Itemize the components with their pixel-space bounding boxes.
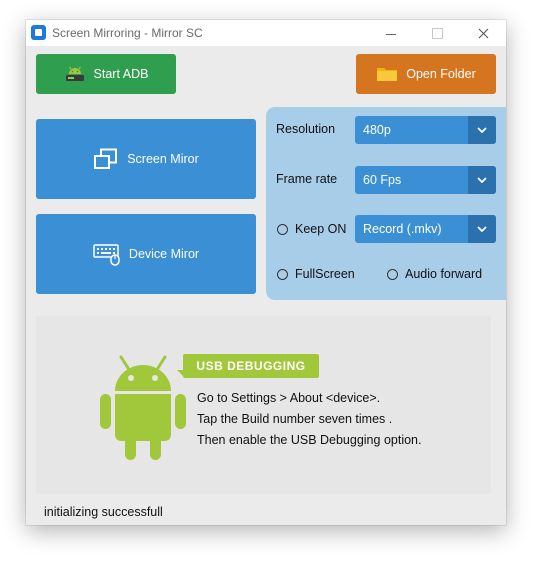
start-adb-label: Start ADB bbox=[93, 67, 149, 81]
app-icon bbox=[31, 25, 46, 40]
resolution-dropdown-arrow[interactable] bbox=[468, 116, 496, 144]
maximize-button[interactable] bbox=[414, 20, 460, 46]
frame-rate-value: 60 Fps bbox=[363, 173, 402, 187]
screen-mirror-label: Screen Miror bbox=[127, 152, 199, 166]
device-mirror-label: Device Miror bbox=[128, 247, 200, 261]
fullscreen-label: FullScreen bbox=[295, 267, 355, 281]
device-mirror-button[interactable]: Device Miror bbox=[36, 214, 256, 294]
resolution-select[interactable]: 480p bbox=[355, 116, 496, 144]
android-robot-icon bbox=[100, 355, 186, 460]
fullscreen-radio[interactable]: FullScreen bbox=[277, 267, 355, 281]
screen-mirror-button[interactable]: Screen Miror bbox=[36, 119, 256, 199]
chevron-down-icon bbox=[477, 127, 487, 133]
audio-forward-radio[interactable]: Audio forward bbox=[387, 267, 482, 281]
record-select[interactable]: Record (.mkv) bbox=[355, 215, 496, 243]
close-button[interactable] bbox=[460, 20, 506, 46]
radio-circle bbox=[277, 223, 288, 235]
keyboard-mouse-icon bbox=[93, 244, 120, 266]
settings-panel: Resolution 480p Frame rate 60 Fps Keep O… bbox=[266, 107, 506, 300]
record-dropdown-arrow[interactable] bbox=[468, 215, 496, 243]
radio-circle bbox=[387, 268, 398, 280]
frame-rate-label: Frame rate bbox=[276, 172, 338, 186]
android-drive-icon bbox=[65, 66, 84, 81]
keep-on-radio[interactable]: Keep ON bbox=[277, 222, 346, 236]
screen-mirror-icon bbox=[94, 148, 118, 169]
resolution-label: Resolution bbox=[276, 122, 336, 136]
maximize-icon bbox=[431, 27, 443, 39]
usb-debugging-badge: USB DEBUGGING bbox=[183, 354, 319, 378]
chevron-down-icon bbox=[477, 177, 487, 183]
open-folder-label: Open Folder bbox=[406, 67, 476, 81]
status-text: initializing successfull bbox=[44, 505, 163, 519]
start-adb-button[interactable]: Start ADB bbox=[36, 54, 176, 94]
audio-forward-label: Audio forward bbox=[405, 267, 483, 281]
record-value: Record (.mkv) bbox=[363, 222, 442, 236]
minimize-icon bbox=[386, 33, 396, 35]
window-title: Screen Mirroring - Mirror SC bbox=[52, 26, 203, 40]
resolution-value: 480p bbox=[363, 123, 391, 137]
instruction-step-3: Then enable the USB Debugging option. bbox=[197, 433, 422, 447]
chevron-down-icon bbox=[477, 226, 487, 232]
instruction-step-2: Tap the Build number seven times . bbox=[197, 412, 393, 426]
app-window: Screen Mirroring - Mirror SC Start ADB O… bbox=[26, 20, 506, 525]
folder-icon bbox=[377, 68, 398, 81]
frame-rate-select[interactable]: 60 Fps bbox=[355, 166, 496, 194]
radio-circle bbox=[277, 268, 288, 280]
minimize-button[interactable] bbox=[368, 20, 414, 46]
instruction-step-1: Go to Settings > About <device>. bbox=[197, 391, 381, 405]
close-icon bbox=[478, 28, 488, 38]
title-bar: Screen Mirroring - Mirror SC bbox=[26, 20, 506, 46]
open-folder-button[interactable]: Open Folder bbox=[356, 54, 496, 94]
badge-tail bbox=[177, 370, 183, 376]
frame-rate-dropdown-arrow[interactable] bbox=[468, 166, 496, 194]
keep-on-label: Keep ON bbox=[295, 222, 347, 236]
